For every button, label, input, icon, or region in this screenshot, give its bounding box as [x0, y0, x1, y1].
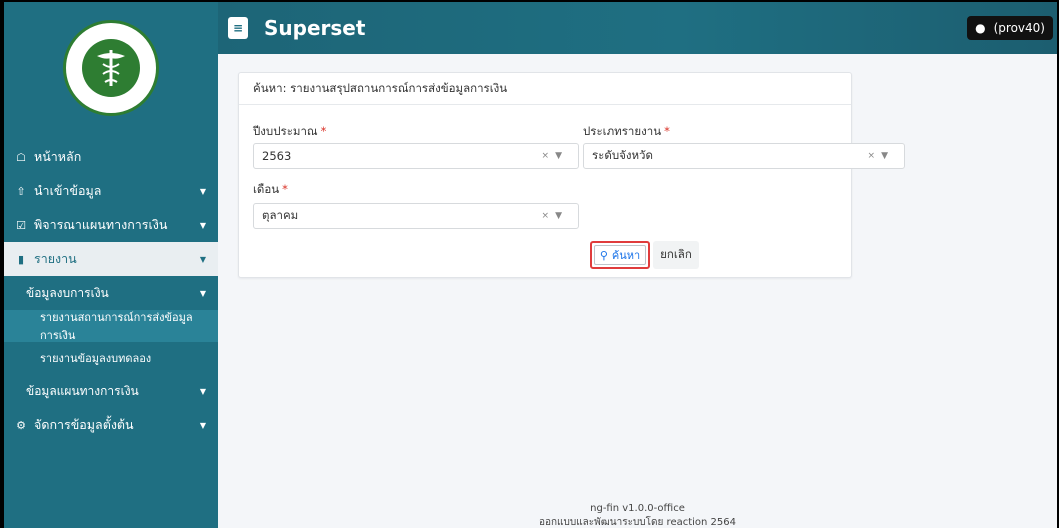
clear-and-chevron-icon[interactable]: ×▼: [542, 211, 568, 221]
sidebar-item-finance-plan-review[interactable]: ☑ พิจารณาแผนทางการเงิน ▼: [4, 208, 218, 242]
clear-and-chevron-icon[interactable]: ×▼: [542, 151, 568, 161]
menu-icon: ≡: [232, 21, 244, 35]
month-value: ตุลาคม: [262, 208, 299, 222]
menu-toggle-button[interactable]: ≡: [228, 17, 248, 39]
fiscal-year-label: ปีงบประมาณ *: [253, 123, 326, 141]
user-name: (prov40): [993, 21, 1045, 35]
sidebar-item-submission-status-report[interactable]: รายงานสถานการณ์การส่งข้อมูลการเงิน: [4, 310, 218, 342]
cancel-button-label: ยกเลิก: [660, 247, 692, 261]
sidebar-item-label: ข้อมูลงบการเงิน: [26, 285, 109, 300]
chevron-down-icon: ▼: [199, 288, 206, 298]
search-button-highlight: ⚲ ค้นหา: [590, 241, 650, 269]
sidebar-item-label: รายงานสถานการณ์การส่งข้อมูลการเงิน: [40, 311, 193, 342]
chevron-down-icon: ▼: [199, 254, 206, 264]
sidebar-item-financial-statements[interactable]: ข้อมูลงบการเงิน ▼: [4, 276, 218, 310]
required-marker: *: [320, 124, 327, 138]
sidebar-item-label: หน้าหลัก: [34, 149, 82, 164]
upload-icon: ⇧: [16, 184, 26, 198]
app-frame: ☖ หน้าหลัก ⇧ นำเข้าข้อมูล ▼ ☑ พิจารณาแผน…: [4, 2, 1057, 528]
sidebar-submenu-report: ข้อมูลงบการเงิน ▼ รายงานสถานการณ์การส่งข…: [4, 276, 218, 408]
sidebar-item-label: รายงาน: [34, 251, 77, 266]
sidebar-item-trial-balance-report[interactable]: รายงานข้อมูลงบทดลอง: [4, 342, 218, 374]
fiscal-year-value: 2563: [262, 149, 292, 163]
user-menu-button[interactable]: ● (prov40): [967, 16, 1053, 40]
app-version: ng-fin v1.0.0-office: [590, 503, 685, 514]
search-icon: ⚲: [599, 248, 608, 262]
sidebar-item-import[interactable]: ⇧ นำเข้าข้อมูล ▼: [4, 174, 218, 208]
report-type-label: ประเภทรายงาน *: [583, 123, 670, 141]
sidebar-item-label: พิจารณาแผนทางการเงิน: [34, 217, 168, 232]
file-icon: ▮: [17, 252, 25, 266]
user-icon: ●: [975, 21, 986, 35]
search-button[interactable]: ⚲ ค้นหา: [594, 245, 646, 265]
required-marker: *: [664, 124, 670, 138]
month-label: เดือน *: [253, 181, 288, 199]
chevron-down-icon: ▼: [199, 386, 206, 396]
sidebar-item-label: นำเข้าข้อมูล: [34, 183, 102, 198]
report-type-select[interactable]: ระดับจังหวัด ×▼: [583, 143, 905, 169]
clipboard-check-icon: ☑: [16, 218, 26, 232]
brand-title: Superset: [264, 16, 366, 40]
sidebar-item-label: จัดการข้อมูลตั้งต้น: [34, 417, 134, 432]
clear-and-chevron-icon[interactable]: ×▼: [868, 151, 894, 161]
sidebar-item-label: รายงานข้อมูลงบทดลอง: [40, 352, 152, 365]
footer-credit: ออกแบบและพัฒนาระบบโดย reaction 2564: [538, 517, 737, 528]
ministry-logo: [63, 20, 159, 116]
sidebar-submenu-financial-statements: รายงานสถานการณ์การส่งข้อมูลการเงิน รายงา…: [4, 310, 218, 374]
sidebar-nav: ☖ หน้าหลัก ⇧ นำเข้าข้อมูล ▼ ☑ พิจารณาแผน…: [4, 140, 218, 442]
fiscal-year-select[interactable]: 2563 ×▼: [253, 143, 579, 169]
home-icon: ☖: [16, 150, 26, 164]
report-type-label-text: ประเภทรายงาน: [583, 124, 662, 138]
sidebar-item-label: ข้อมูลแผนทางการเงิน: [26, 383, 139, 398]
gear-icon: ⚙: [16, 418, 26, 432]
sidebar-item-report[interactable]: ▮ รายงาน ▼: [4, 242, 218, 276]
footer: ng-fin v1.0.0-office ออกแบบและพัฒนาระบบโ…: [218, 502, 1057, 528]
search-button-label: ค้นหา: [611, 249, 641, 262]
fiscal-year-label-text: ปีงบประมาณ: [253, 124, 318, 138]
top-header: ≡ Superset ● (prov40): [218, 2, 1057, 54]
sidebar-item-finance-plan-data[interactable]: ข้อมูลแผนทางการเงิน ▼: [4, 374, 218, 408]
chevron-down-icon: ▼: [199, 420, 206, 430]
required-marker: *: [282, 182, 288, 196]
report-type-value: ระดับจังหวัด: [592, 148, 653, 162]
month-label-text: เดือน: [253, 182, 280, 196]
logo-area: [4, 2, 218, 134]
sidebar-item-master-data[interactable]: ⚙ จัดการข้อมูลตั้งต้น ▼: [4, 408, 218, 442]
chevron-down-icon: ▼: [199, 186, 206, 196]
chevron-down-icon: ▼: [199, 220, 206, 230]
caduceus-icon: [82, 39, 140, 97]
cancel-button[interactable]: ยกเลิก: [653, 241, 699, 269]
sidebar-item-home[interactable]: ☖ หน้าหลัก: [4, 140, 218, 174]
sidebar: ☖ หน้าหลัก ⇧ นำเข้าข้อมูล ▼ ☑ พิจารณาแผน…: [4, 2, 218, 528]
month-select[interactable]: ตุลาคม ×▼: [253, 203, 579, 229]
card-title: ค้นหา: รายงานสรุปสถานการณ์การส่งข้อมูลกา…: [239, 73, 851, 105]
search-card: ค้นหา: รายงานสรุปสถานการณ์การส่งข้อมูลกา…: [238, 72, 905, 278]
